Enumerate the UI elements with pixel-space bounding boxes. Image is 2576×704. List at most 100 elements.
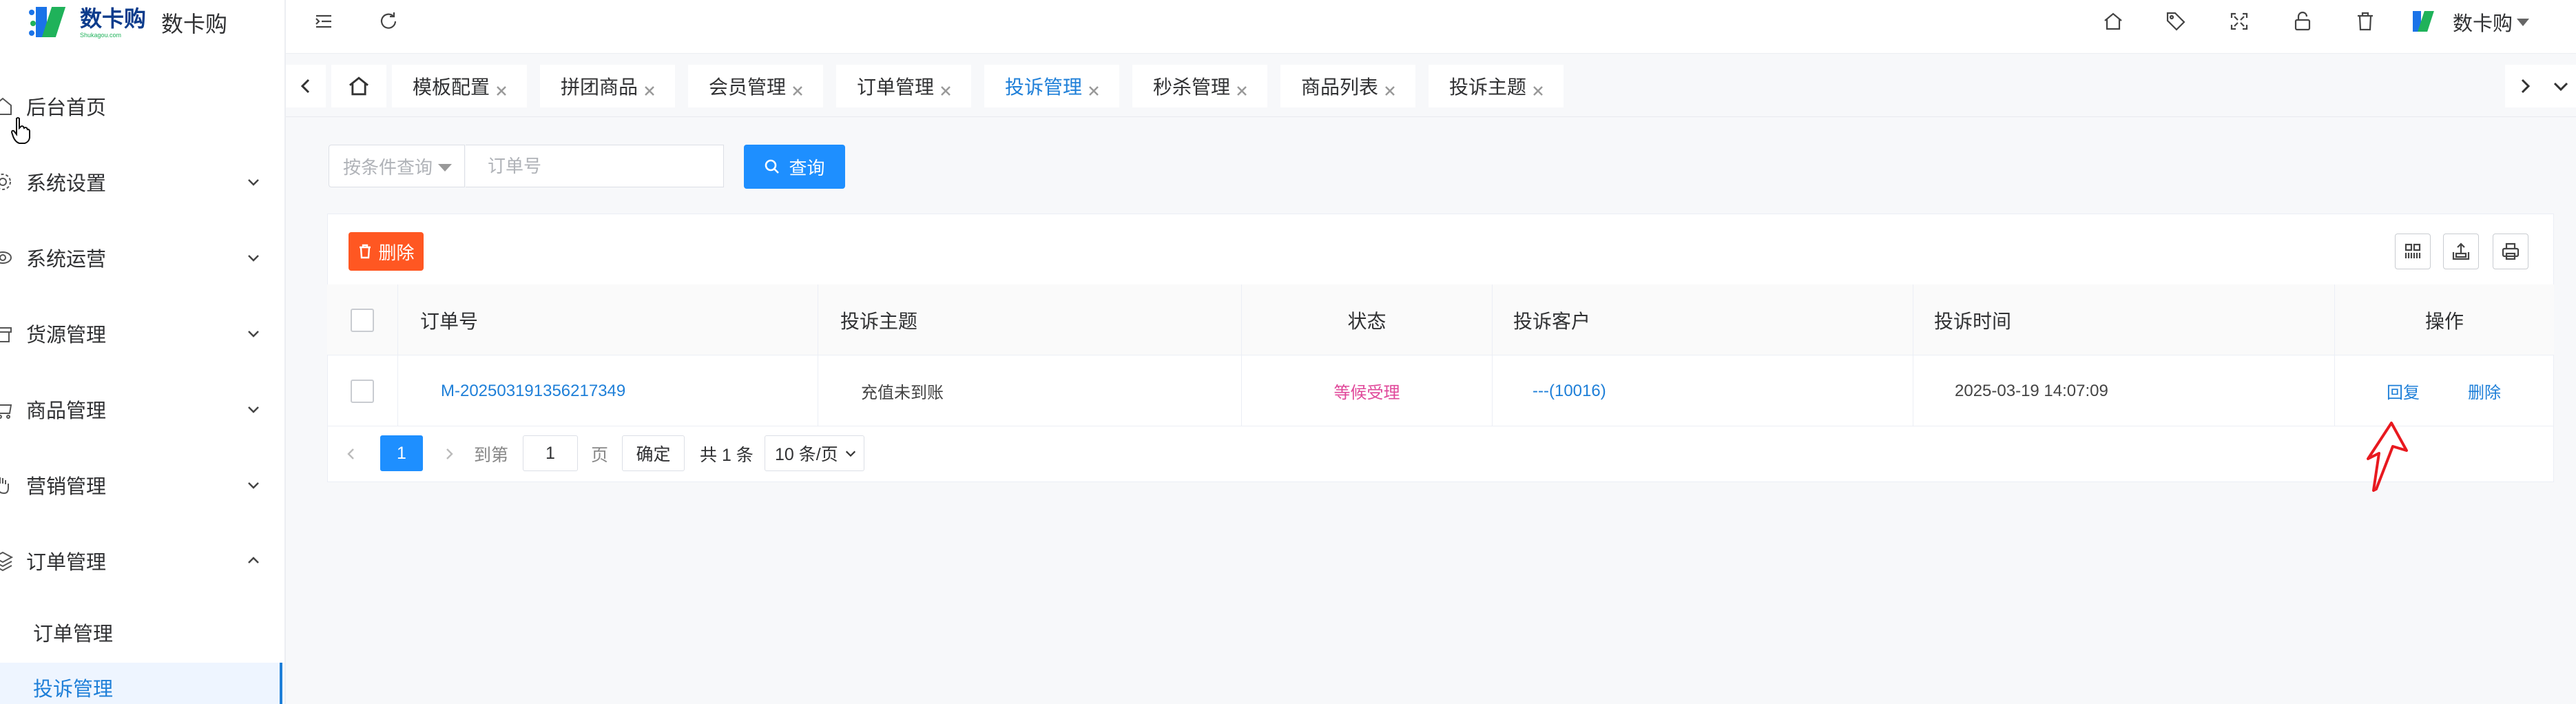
delete-row-button[interactable]: 删除 <box>2468 379 2501 403</box>
logo-mark-icon <box>29 4 76 41</box>
app-name: 数卡购 <box>161 12 228 37</box>
close-icon[interactable] <box>939 80 952 96</box>
order-number-link[interactable]: M-202503191356217349 <box>398 355 818 426</box>
customer-link[interactable]: ---(10016) <box>1493 355 1913 426</box>
batch-delete-button[interactable]: 删除 <box>349 232 424 271</box>
goto-label: 到第 <box>474 446 509 465</box>
column-header-status[interactable]: 状态 <box>1242 284 1493 355</box>
chevron-left-icon <box>347 448 354 459</box>
close-icon[interactable] <box>1384 80 1396 96</box>
tag-icon[interactable] <box>2161 7 2190 36</box>
print-button[interactable] <box>2493 234 2528 269</box>
avatar <box>2407 7 2438 37</box>
column-header-actions: 操作 <box>2424 310 2464 332</box>
home-icon <box>0 97 12 115</box>
select-all-checkbox[interactable] <box>351 308 374 332</box>
lock-icon[interactable] <box>2288 7 2317 36</box>
sidebar-item-operations[interactable]: 系统运营 <box>0 233 284 282</box>
cart-icon <box>0 404 12 419</box>
refresh-icon[interactable] <box>374 7 403 36</box>
page-size-select[interactable]: 10 条/页 <box>765 435 864 471</box>
close-icon[interactable] <box>1236 80 1248 96</box>
complaint-time: 2025-03-19 14:07:09 <box>1913 355 2335 426</box>
tab-flash-sale[interactable]: 秒杀管理 <box>1132 65 1267 107</box>
next-page-button[interactable] <box>439 441 459 467</box>
sidebar-item-home[interactable]: 后台首页 <box>0 81 284 131</box>
tab-scroll-left-button[interactable] <box>286 65 326 107</box>
chevron-down-icon <box>248 331 259 338</box>
sidebar-subitem-label: 投诉管理 <box>33 679 114 701</box>
goto-confirm-button[interactable]: 确定 <box>622 435 685 471</box>
column-filter-button[interactable] <box>2395 234 2431 269</box>
trash-icon <box>360 244 371 259</box>
chevron-down-icon <box>845 451 856 457</box>
sidebar-item-label: 系统运营 <box>26 249 107 271</box>
close-icon[interactable] <box>1532 80 1544 96</box>
top-bar: 数卡购 <box>286 0 2576 54</box>
tab-group-products[interactable]: 拼团商品 <box>540 65 675 107</box>
home-icon <box>349 76 368 96</box>
sidebar-subitem-orders[interactable]: 订单管理 <box>0 608 282 657</box>
user-name: 数卡购 <box>2453 13 2513 35</box>
reply-button[interactable]: 回复 <box>2387 379 2420 403</box>
column-header-order-no[interactable]: 订单号 <box>398 284 818 355</box>
page-unit-label: 页 <box>591 446 609 465</box>
goto-page-input[interactable]: 1 <box>523 435 578 471</box>
menu-fold-icon[interactable] <box>309 7 338 36</box>
sidebar-item-products[interactable]: 商品管理 <box>0 384 284 434</box>
sidebar: 数卡购 Shukagou.com 数卡购 后台首页 系统设置 系统运营 货源管理… <box>0 0 286 704</box>
search-icon <box>765 159 780 174</box>
column-header-time[interactable]: 投诉时间 <box>1913 284 2335 355</box>
export-button[interactable] <box>2443 234 2479 269</box>
table-header-row: 订单号 投诉主题 状态 投诉客户 投诉时间 操作 <box>327 284 2554 355</box>
tab-order-management[interactable]: 订单管理 <box>836 65 971 107</box>
home-icon[interactable] <box>2099 7 2128 36</box>
page-1-button[interactable]: 1 <box>380 435 423 471</box>
export-icon <box>2452 242 2470 260</box>
logo[interactable]: 数卡购 Shukagou.com 数卡购 <box>29 1 227 44</box>
search-button[interactable]: 查询 <box>744 145 845 189</box>
order-number-input[interactable] <box>466 145 724 187</box>
tab-home[interactable] <box>331 65 386 107</box>
hand-pointer-cursor-icon <box>10 117 30 144</box>
tab-complaint-management[interactable]: 投诉管理 <box>984 65 1119 107</box>
sidebar-subitem-label: 订单管理 <box>33 623 114 645</box>
close-icon[interactable] <box>1088 80 1100 96</box>
tab-scroll-right-button[interactable] <box>2505 65 2545 107</box>
prev-page-button[interactable] <box>341 441 362 467</box>
sidebar-item-label: 系统设置 <box>26 173 107 195</box>
caret-down-icon <box>2517 18 2530 26</box>
tab-member-management[interactable]: 会员管理 <box>688 65 823 107</box>
sidebar-item-orders[interactable]: 订单管理 <box>0 536 284 586</box>
tab-template-config[interactable]: 模板配置 <box>392 65 527 107</box>
search-condition-select[interactable]: 按条件查询 <box>329 145 465 187</box>
hand-icon <box>0 477 9 495</box>
status-badge: 等候受理 <box>1242 355 1493 426</box>
close-icon[interactable] <box>791 80 804 96</box>
column-header-customer[interactable]: 投诉客户 <box>1493 284 1913 355</box>
close-icon[interactable] <box>495 80 508 96</box>
table-row: M-202503191356217349 充值未到账 等候受理 ---(1001… <box>327 355 2554 426</box>
sidebar-item-label: 营销管理 <box>26 476 107 498</box>
fullscreen-icon[interactable] <box>2225 7 2254 36</box>
columns-icon <box>2404 243 2421 258</box>
column-header-topic[interactable]: 投诉主题 <box>818 284 1242 355</box>
close-icon[interactable] <box>643 80 656 96</box>
sidebar-subitem-complaints[interactable]: 投诉管理 <box>0 663 282 704</box>
trash-icon[interactable] <box>2351 7 2380 36</box>
tab-complaint-topics[interactable]: 投诉主题 <box>1429 65 1564 107</box>
eye-icon <box>0 251 12 264</box>
user-menu[interactable]: 数卡购 <box>2407 6 2530 39</box>
sidebar-item-system-settings[interactable]: 系统设置 <box>0 157 284 207</box>
row-checkbox[interactable] <box>351 379 374 403</box>
logo-subtext: Shukagou.com <box>80 31 122 39</box>
sidebar-item-marketing[interactable]: 营销管理 <box>0 460 284 510</box>
layers-icon <box>0 551 14 572</box>
tab-product-list[interactable]: 商品列表 <box>1280 65 1415 107</box>
print-icon <box>2502 242 2520 260</box>
tab-dropdown-button[interactable] <box>2545 65 2576 107</box>
sidebar-item-supply[interactable]: 货源管理 <box>0 309 284 358</box>
sidebar-item-label: 后台首页 <box>26 97 107 119</box>
sidebar-item-label: 商品管理 <box>26 400 107 422</box>
gear-icon <box>0 174 11 190</box>
